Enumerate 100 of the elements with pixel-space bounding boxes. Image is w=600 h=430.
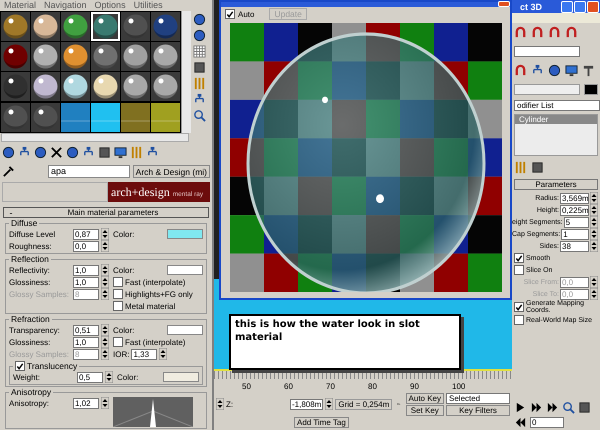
sphere-icon[interactable] bbox=[548, 64, 561, 77]
spinner[interactable] bbox=[590, 288, 598, 300]
color-bars-icon[interactable] bbox=[193, 76, 206, 90]
minimize-button[interactable] bbox=[561, 0, 573, 12]
material-slot[interactable] bbox=[61, 42, 90, 72]
spinner[interactable] bbox=[105, 371, 113, 383]
first-frame-icon[interactable] bbox=[514, 416, 527, 429]
spinner[interactable] bbox=[101, 264, 109, 276]
checkbox[interactable] bbox=[514, 265, 524, 275]
checkbox[interactable] bbox=[514, 253, 524, 263]
material-slot[interactable] bbox=[1, 72, 30, 102]
number-field[interactable]: 3,569m bbox=[560, 192, 589, 204]
spinner[interactable] bbox=[590, 240, 598, 252]
add-time-tag-button[interactable]: Add Time Tag bbox=[294, 417, 349, 428]
timeline-ruler[interactable]: 50 60 70 80 90 100 bbox=[214, 371, 512, 391]
material-slot[interactable] bbox=[1, 42, 30, 72]
material-slot[interactable] bbox=[91, 42, 120, 72]
next-frame-icon[interactable] bbox=[530, 401, 543, 414]
auto-key-button[interactable]: Auto Key bbox=[406, 392, 444, 404]
spinner[interactable] bbox=[590, 204, 598, 216]
material-slot[interactable] bbox=[1, 12, 30, 41]
number-field[interactable]: 1 bbox=[561, 228, 589, 240]
number-field[interactable]: 1,0 bbox=[73, 276, 99, 288]
menu-item[interactable]: Utilities bbox=[134, 0, 163, 10]
checkbox[interactable] bbox=[113, 337, 123, 347]
spinner[interactable] bbox=[101, 348, 109, 360]
square-icon[interactable] bbox=[531, 161, 544, 174]
frame-field[interactable]: 0 bbox=[530, 417, 564, 428]
material-slot[interactable] bbox=[31, 102, 60, 132]
number-field[interactable]: 1,33 bbox=[131, 348, 158, 360]
checkbox[interactable] bbox=[113, 277, 123, 287]
number-field[interactable]: 0,5 bbox=[77, 372, 103, 382]
spinner[interactable] bbox=[101, 228, 109, 240]
checkbox[interactable] bbox=[514, 315, 524, 325]
selection-dropdown[interactable]: Selected bbox=[446, 392, 510, 404]
material-type-button[interactable]: Arch & Design (mi) bbox=[132, 165, 210, 178]
material-slot[interactable] bbox=[121, 42, 150, 72]
last-frame-icon[interactable] bbox=[546, 401, 559, 414]
maximize-button[interactable] bbox=[574, 0, 586, 12]
object-name-field[interactable] bbox=[514, 84, 580, 95]
spinner[interactable] bbox=[101, 288, 109, 300]
zoom-icon[interactable] bbox=[193, 108, 206, 122]
spinner[interactable] bbox=[101, 324, 109, 336]
number-field[interactable]: 1,0 bbox=[73, 264, 99, 276]
collapse-toggle[interactable]: - bbox=[4, 208, 18, 218]
material-slot[interactable] bbox=[31, 12, 60, 41]
number-field[interactable]: 0,225m bbox=[560, 204, 589, 216]
spinner[interactable] bbox=[590, 192, 598, 204]
monitor-icon[interactable] bbox=[114, 146, 127, 159]
material-slot[interactable] bbox=[121, 12, 150, 41]
material-slot[interactable] bbox=[1, 102, 30, 132]
spinner[interactable] bbox=[101, 276, 109, 288]
number-field[interactable]: 0,87 bbox=[73, 228, 99, 240]
material-slot[interactable] bbox=[61, 12, 90, 41]
scrollbar[interactable] bbox=[181, 10, 191, 133]
number-field[interactable]: 1,02 bbox=[73, 398, 99, 408]
color-swatch[interactable] bbox=[167, 265, 203, 275]
checkbox[interactable] bbox=[113, 301, 123, 311]
monitor-icon[interactable] bbox=[565, 64, 578, 77]
material-name-field[interactable]: apa bbox=[48, 165, 130, 178]
menu-item[interactable]: Options bbox=[94, 0, 126, 10]
spinner[interactable] bbox=[101, 240, 109, 252]
checkbox[interactable] bbox=[15, 361, 25, 371]
set-key-button[interactable]: Set Key bbox=[406, 404, 444, 416]
number-field[interactable]: 0,0 bbox=[73, 240, 99, 252]
number-field[interactable]: 38 bbox=[560, 240, 589, 252]
zoom-icon[interactable] bbox=[562, 401, 575, 414]
square-icon[interactable] bbox=[98, 146, 111, 159]
material-slot[interactable] bbox=[91, 72, 120, 102]
play-icon[interactable] bbox=[514, 401, 527, 414]
checker-icon[interactable] bbox=[193, 44, 206, 58]
material-slot[interactable] bbox=[151, 72, 180, 102]
material-slot[interactable] bbox=[31, 42, 60, 72]
magnet-icon[interactable] bbox=[531, 26, 544, 39]
spinner[interactable] bbox=[101, 397, 109, 409]
magnet-icon[interactable] bbox=[548, 26, 561, 39]
square-icon[interactable] bbox=[578, 401, 591, 414]
sphere-icon[interactable] bbox=[2, 146, 15, 159]
rollout-header[interactable]: - Main material parameters bbox=[3, 207, 209, 218]
sphere-icon[interactable] bbox=[66, 146, 79, 159]
material-slot[interactable] bbox=[121, 72, 150, 102]
delete-icon[interactable] bbox=[50, 146, 63, 159]
color-swatch[interactable] bbox=[163, 372, 199, 382]
number-field[interactable]: 1,0 bbox=[73, 336, 99, 348]
magnet-icon[interactable] bbox=[514, 26, 527, 39]
menu-item[interactable]: Material bbox=[4, 0, 36, 10]
object-color-swatch[interactable] bbox=[584, 84, 598, 95]
sphere-icon[interactable] bbox=[193, 28, 206, 42]
stack-item[interactable]: Cylinder bbox=[515, 115, 597, 124]
material-slot[interactable] bbox=[151, 12, 180, 41]
key-filters-button[interactable]: Key Filters bbox=[446, 404, 510, 416]
rollout-header[interactable]: Parameters bbox=[514, 179, 598, 190]
spinner[interactable] bbox=[590, 276, 598, 288]
material-slot[interactable] bbox=[61, 72, 90, 102]
spinner[interactable] bbox=[216, 398, 224, 410]
eyedropper-icon[interactable] bbox=[2, 165, 15, 178]
checkbox[interactable] bbox=[514, 302, 524, 312]
magnet-icon[interactable] bbox=[565, 26, 578, 39]
coordinate-field[interactable]: -1,808m bbox=[290, 398, 324, 410]
checkbox[interactable] bbox=[113, 289, 123, 299]
